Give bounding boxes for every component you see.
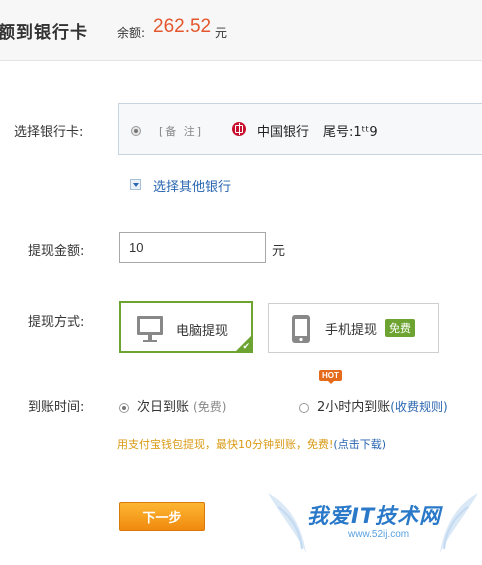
phone-icon	[292, 315, 310, 343]
watermark-title: 我爱IT技术网	[307, 504, 442, 528]
mobile-withdraw-label: 手机提现	[325, 323, 378, 338]
download-link[interactable]: (点击下载)	[333, 438, 386, 451]
balance-label: 余额:	[117, 26, 146, 40]
bank-card-radio[interactable]	[131, 126, 141, 136]
free-badge: 免费	[385, 319, 415, 337]
watermark-url: www.52ij.com	[348, 529, 410, 540]
balance-amount: 262.52	[153, 16, 212, 37]
mobile-withdraw-option[interactable]: 手机提现 免费	[268, 303, 439, 353]
site-watermark: 我爱IT技术网 www.52ij.com	[262, 487, 482, 565]
page-title: 额到银行卡	[0, 23, 88, 43]
amount-input[interactable]	[119, 232, 266, 263]
bank-card-option[interactable]: [备 注] 中国银行 尾号:1ᵗᵗ9	[118, 103, 482, 155]
two-hour-option[interactable]: 2小时内到账(收费规则)	[299, 396, 448, 415]
hot-badge: HOT	[319, 370, 342, 384]
balance-unit: 元	[215, 26, 228, 40]
fee-rules-link[interactable]: (收费规则)	[390, 400, 447, 414]
amount-label: 提现金额:	[28, 244, 85, 259]
remark-label[interactable]: [备 注]	[159, 123, 203, 139]
next-day-free-note: (免费)	[193, 400, 227, 414]
wings-icon	[268, 493, 478, 553]
bank-of-china-icon	[232, 122, 246, 136]
pc-withdraw-option[interactable]: 电脑提现 ✔	[119, 301, 253, 353]
promo-text: 用支付宝钱包提现，最快10分钟到账，免费!	[117, 438, 334, 451]
arrival-label: 到账时间:	[28, 400, 85, 415]
amount-unit: 元	[272, 244, 286, 259]
page-header: 额到银行卡 余额: 262.52 元	[0, 0, 482, 61]
select-other-bank-text[interactable]: 选择其他银行	[153, 176, 231, 195]
two-hour-radio[interactable]	[299, 402, 309, 413]
next-step-button[interactable]: 下一步	[119, 502, 205, 531]
next-day-option[interactable]: 次日到账 (免费)	[119, 396, 226, 415]
bank-select-label: 选择银行卡:	[14, 125, 84, 140]
method-label: 提现方式:	[28, 315, 85, 330]
dropdown-arrow-icon	[130, 179, 141, 190]
monitor-icon	[137, 316, 163, 342]
check-icon: ✔	[242, 342, 250, 352]
two-hour-label: 2小时内到账	[317, 400, 391, 415]
next-day-radio[interactable]	[119, 402, 129, 413]
bank-name: 中国银行	[257, 125, 310, 140]
card-tail-number: 尾号:1ᵗᵗ9	[323, 125, 378, 140]
alipay-promo: 用支付宝钱包提现，最快10分钟到账，免费!(点击下载)	[117, 436, 386, 452]
next-day-label: 次日到账	[137, 400, 190, 415]
pc-withdraw-label: 电脑提现	[176, 324, 229, 339]
